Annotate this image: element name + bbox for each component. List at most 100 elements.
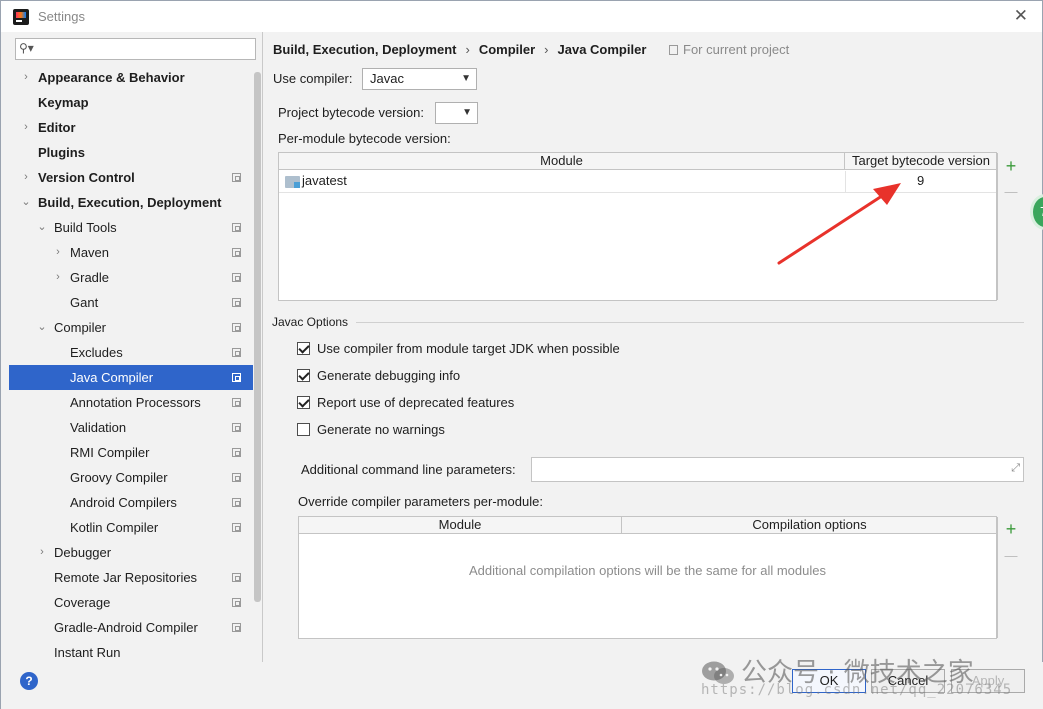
checkbox-label: Report use of deprecated features <box>317 395 515 410</box>
sidebar-item[interactable]: › Gradle <box>9 265 253 290</box>
sidebar-item[interactable]: Plugins <box>9 140 253 165</box>
chevron-right-icon[interactable]: › <box>52 265 64 290</box>
chevron-down-icon: ▼ <box>462 107 472 118</box>
checkbox[interactable] <box>297 342 310 355</box>
column-header-module[interactable]: Module <box>299 517 622 534</box>
expand-icon[interactable]: ⤢ <box>1011 462 1020 475</box>
project-scope-icon <box>232 623 241 632</box>
project-scope-icon <box>669 45 678 55</box>
project-bytecode-label: Project bytecode version: <box>278 105 424 120</box>
project-scope-icon <box>232 448 241 457</box>
sidebar-item[interactable]: Remote Jar Repositories <box>9 565 253 590</box>
add-module-button[interactable]: + <box>1003 157 1019 175</box>
sidebar-item-label: Coverage <box>54 595 111 610</box>
sidebar-item[interactable]: Validation <box>9 415 253 440</box>
sidebar-item-label: Gradle-Android Compiler <box>54 620 198 635</box>
checkbox-label: Use compiler from module target JDK when… <box>317 341 620 356</box>
breadcrumb-separator: › <box>544 42 549 57</box>
sidebar-item[interactable]: › Maven <box>9 240 253 265</box>
project-scope-icon <box>232 273 241 282</box>
column-header-compilation-options[interactable]: Compilation options <box>622 517 997 534</box>
window-title: Settings <box>38 9 85 24</box>
sidebar-item[interactable]: Coverage <box>9 590 253 615</box>
settings-window: Settings ✕ ⚲▾ › Appearance & Behavior Keym… <box>0 0 1043 709</box>
table-header: Module Target bytecode version <box>279 153 996 170</box>
breadcrumb-item: Java Compiler <box>557 42 647 57</box>
sidebar-item[interactable]: Keymap <box>9 90 253 115</box>
use-compiler-select[interactable]: Javac ▼ <box>362 68 477 90</box>
settings-sidebar: ⚲▾ › Appearance & Behavior Keymap › Editor Pl… <box>9 32 263 662</box>
checkbox[interactable] <box>297 396 310 409</box>
sidebar-item[interactable]: ⌄ Build Tools <box>9 215 253 240</box>
sidebar-item[interactable]: › Editor <box>9 115 253 140</box>
chevron-down-icon[interactable]: ⌄ <box>36 315 48 340</box>
table-divider <box>997 517 998 638</box>
chevron-right-icon[interactable]: › <box>52 240 64 265</box>
table-divider <box>997 153 998 300</box>
sidebar-item-label: Build Tools <box>54 220 117 235</box>
column-header-target-version[interactable]: Target bytecode version <box>845 153 997 170</box>
sidebar-item[interactable]: Kotlin Compiler <box>9 515 253 540</box>
sidebar-item-label: Groovy Compiler <box>70 470 168 485</box>
chevron-down-icon[interactable]: ⌄ <box>20 190 32 215</box>
sidebar-item[interactable]: RMI Compiler <box>9 440 253 465</box>
sidebar-item[interactable]: › Version Control <box>9 165 253 190</box>
settings-content: Build, Execution, Deployment › Compiler › Ja… <box>264 32 1035 662</box>
sidebar-item[interactable]: ⌄ Build, Execution, Deployment <box>9 190 253 215</box>
sidebar-scrollbar-thumb[interactable] <box>254 72 261 602</box>
add-override-button[interactable]: + <box>1003 520 1019 538</box>
additional-params-label: Additional command line parameters: <box>301 462 516 477</box>
column-divider <box>845 171 846 192</box>
project-scope-icon <box>232 498 241 507</box>
override-label: Override compiler parameters per-module: <box>298 494 543 509</box>
settings-search-input[interactable]: ⚲▾ <box>15 38 256 60</box>
sidebar-item[interactable]: › Debugger <box>9 540 253 565</box>
sidebar-item[interactable]: Java Compiler <box>9 365 253 390</box>
javac-options-title: Javac Options <box>272 315 349 329</box>
close-icon[interactable]: ✕ <box>1014 6 1028 26</box>
sidebar-item-label: Maven <box>70 245 110 260</box>
remove-module-button[interactable]: — <box>1003 183 1019 201</box>
sidebar-item-label: Compiler <box>54 320 107 335</box>
sidebar-item[interactable]: Annotation Processors <box>9 390 253 415</box>
project-scope-icon <box>232 248 241 257</box>
project-scope-icon <box>232 573 241 582</box>
breadcrumb-item: Build, Execution, Deployment <box>273 42 457 57</box>
sidebar-item-label: Kotlin Compiler <box>70 520 159 535</box>
sidebar-item[interactable]: › Appearance & Behavior <box>9 65 253 90</box>
target-bytecode-value[interactable]: 9 <box>917 173 924 188</box>
sidebar-item-label: Build, Execution, Deployment <box>38 195 222 210</box>
search-icon: ⚲▾ <box>19 41 34 55</box>
checkbox[interactable] <box>297 423 310 436</box>
chevron-right-icon[interactable]: › <box>36 540 48 565</box>
project-scope-icon <box>232 523 241 532</box>
additional-params-input[interactable]: ⤢ <box>531 457 1024 482</box>
sidebar-item[interactable]: Groovy Compiler <box>9 465 253 490</box>
sidebar-scrollbar[interactable] <box>253 72 262 662</box>
sidebar-item[interactable]: Excludes <box>9 340 253 365</box>
breadcrumb-item: Compiler <box>478 42 536 57</box>
sidebar-item[interactable]: Android Compilers <box>9 490 253 515</box>
watermark-url: https://blog.csdn.net/qq_22076345 <box>701 682 1013 698</box>
checkbox[interactable] <box>297 369 310 382</box>
scope-hint-text: For current project <box>683 42 790 57</box>
help-button[interactable]: ? <box>20 672 38 690</box>
project-scope-icon <box>232 348 241 357</box>
sidebar-item-label: Annotation Processors <box>70 395 201 410</box>
table-row[interactable]: javatest 9 <box>279 171 996 193</box>
remove-override-button[interactable]: — <box>1003 547 1019 565</box>
chevron-right-icon[interactable]: › <box>20 115 32 140</box>
column-header-module[interactable]: Module <box>279 153 845 170</box>
sidebar-item[interactable]: Gradle-Android Compiler <box>9 615 253 640</box>
intellij-logo-icon <box>13 9 29 25</box>
sidebar-item[interactable]: Gant <box>9 290 253 315</box>
chevron-right-icon[interactable]: › <box>20 65 32 90</box>
sidebar-item[interactable]: ⌄ Compiler <box>9 315 253 340</box>
per-module-table: Module Target bytecode version javatest … <box>278 152 998 301</box>
chevron-down-icon[interactable]: ⌄ <box>36 215 48 240</box>
sidebar-item-label: Gant <box>70 295 99 310</box>
sidebar-item-label: RMI Compiler <box>70 445 150 460</box>
sidebar-item-label: Keymap <box>38 95 89 110</box>
project-bytecode-select[interactable]: ▼ <box>435 102 478 124</box>
chevron-right-icon[interactable]: › <box>20 165 32 190</box>
